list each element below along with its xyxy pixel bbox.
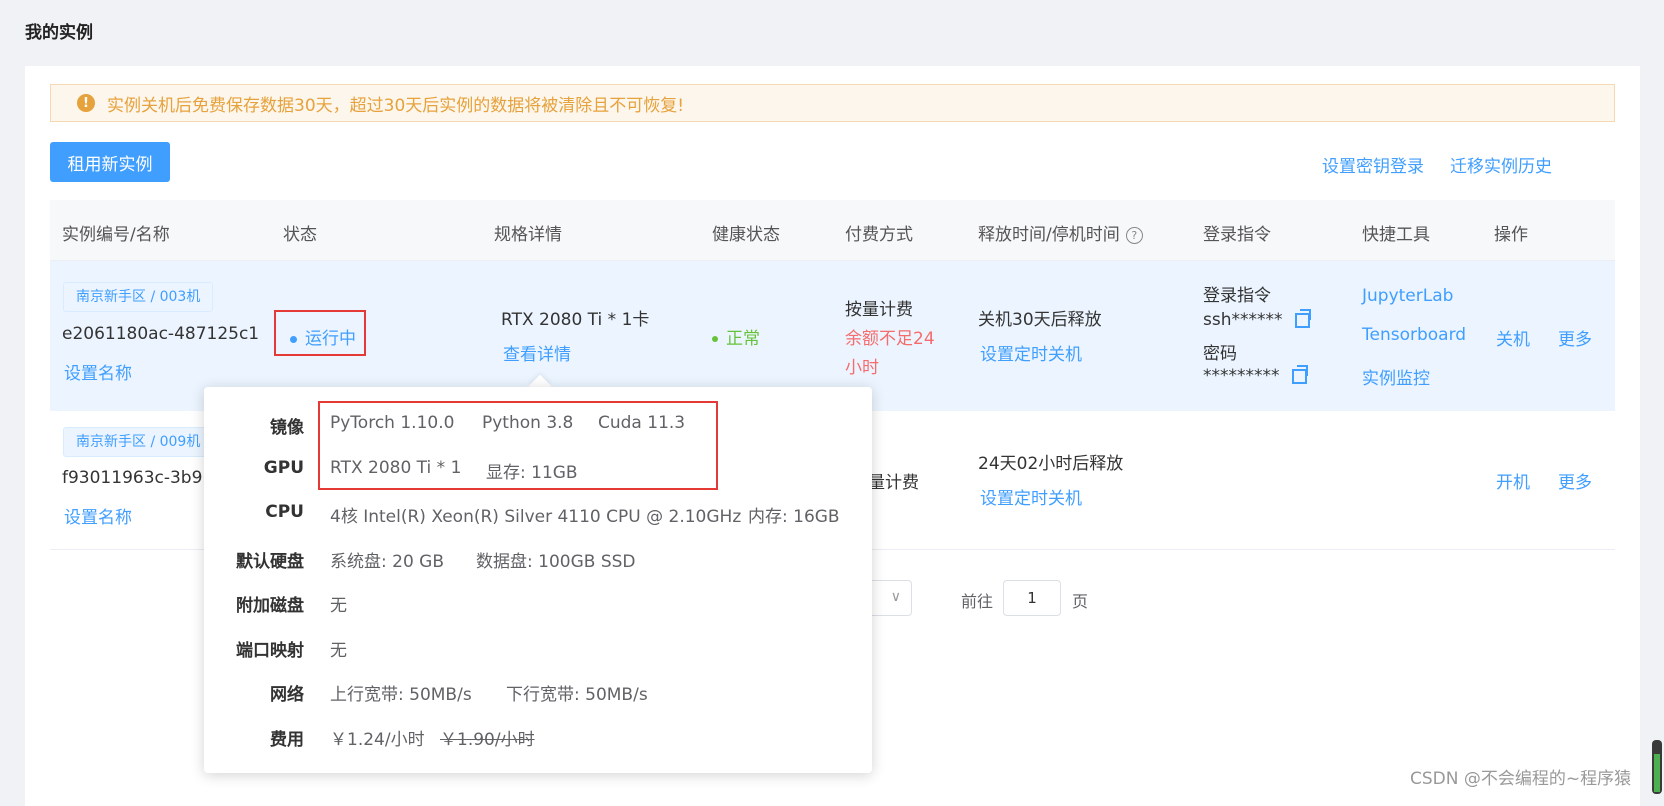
instance-id: e2061180ac-487125c1 [62,324,260,344]
release-time: 24天02小时后释放 [978,454,1124,474]
header-id-name: 实例编号/名称 [62,225,170,245]
shutdown-button[interactable]: 关机 [1496,325,1530,350]
view-details-link[interactable]: 查看详情 [503,340,571,365]
header-billing: 付费方式 [845,225,913,245]
memory: 内存: 16GB [748,507,840,527]
label-fee: 费用 [270,730,304,750]
rent-new-instance-button[interactable]: 租用新实例 [50,142,170,182]
copy-icon[interactable] [1291,364,1308,384]
header-spec: 规格详情 [494,225,562,245]
data-retention-alert: ! 实例关机后免费保存数据30天，超过30天后实例的数据将被清除且不可恢复! [50,84,1615,122]
fee-current: ￥1.24/小时 [330,730,425,750]
chevron-down-icon: ∨ [890,589,901,605]
balance-warning: 余额不足24 [845,329,935,349]
spec-text: RTX 2080 Ti * 1卡 [501,310,650,330]
region-tag: 南京新手区 / 009机 [63,427,214,457]
label-image: 镜像 [270,418,304,438]
tool-monitor[interactable]: 实例监控 [1362,364,1430,389]
migrate-history-link[interactable]: 迁移实例历史 [1450,152,1552,177]
system-disk: 系统盘: 20 GB [330,552,445,572]
fee-original: ￥1.90/小时 [440,730,535,750]
help-icon[interactable]: ? [1125,226,1143,244]
label-network: 网络 [270,685,304,705]
data-disk: 数据盘: 100GB SSD [476,552,636,572]
release-time: 关机30天后释放 [978,310,1102,330]
network-down: 下行宽带: 50MB/s [506,685,648,705]
ssh-command: ssh****** [1203,308,1311,330]
copy-icon[interactable] [1294,308,1311,328]
header-health: 健康状态 [712,225,780,245]
tool-tensorboard[interactable]: Tensorboard [1362,325,1466,345]
power-on-button[interactable]: 开机 [1496,468,1530,493]
alert-text: 实例关机后免费保存数据30天，超过30天后实例的数据将被清除且不可恢复! [107,95,685,116]
label-disk: 默认硬盘 [236,552,304,572]
more-button[interactable]: 更多 [1558,325,1592,350]
label-extra-disk: 附加磁盘 [236,596,304,616]
header-actions: 操作 [1494,225,1528,245]
password-text: ********* [1203,366,1280,386]
label-gpu: GPU [263,458,304,478]
login-title: 登录指令 [1203,286,1271,306]
label-cpu: CPU [265,502,304,522]
scrollbar[interactable] [1652,740,1662,794]
instance-id: f93011963c-3b9 [62,468,203,488]
header-tools: 快捷工具 [1362,225,1430,245]
health-dot [712,336,718,342]
watermark: CSDN @不会编程的~程序猿 [1410,769,1632,789]
header-release: 释放时间/停机时间? [978,220,1143,245]
table-header: 实例编号/名称 状态 规格详情 健康状态 付费方式 释放时间/停机时间? 登录指… [50,200,1615,261]
password-label: 密码 [1203,344,1237,364]
tool-jupyterlab[interactable]: JupyterLab [1362,286,1453,306]
header-release-label: 释放时间/停机时间 [978,225,1120,245]
page-title: 我的实例 [25,23,93,43]
extra-disk-value: 无 [330,596,347,616]
set-shutdown-link[interactable]: 设置定时关机 [980,340,1082,365]
cpu-model: 4核 Intel(R) Xeon(R) Silver 4110 CPU @ 2.… [330,507,742,527]
set-shutdown-link[interactable]: 设置定时关机 [980,484,1082,509]
page-suffix-label: 页 [1072,592,1089,611]
header-login: 登录指令 [1203,225,1271,245]
health-text: 正常 [726,329,760,349]
region-tag: 南京新手区 / 003机 [63,282,214,312]
label-port: 端口映射 [236,641,304,661]
warning-icon: ! [77,94,95,112]
more-button[interactable]: 更多 [1558,468,1592,493]
goto-label: 前往 [961,592,994,611]
ssh-text: ssh****** [1203,310,1283,330]
balance-warning-unit: 小时 [845,358,879,378]
image-gpu-highlight-box [318,401,718,490]
health-status: 正常 [712,324,760,349]
billing-mode: 按量计费 [845,300,913,320]
key-login-link[interactable]: 设置密钥登录 [1322,152,1424,177]
set-name-link[interactable]: 设置名称 [64,503,132,528]
network-up: 上行宽带: 50MB/s [330,685,472,705]
page-jump-input[interactable] [1003,580,1061,616]
set-name-link[interactable]: 设置名称 [64,359,132,384]
header-status: 状态 [283,225,317,245]
billing-mode: 量计费 [868,473,919,493]
password-value: ********* [1203,364,1308,386]
port-value: 无 [330,641,347,661]
status-highlight-box [274,310,366,356]
